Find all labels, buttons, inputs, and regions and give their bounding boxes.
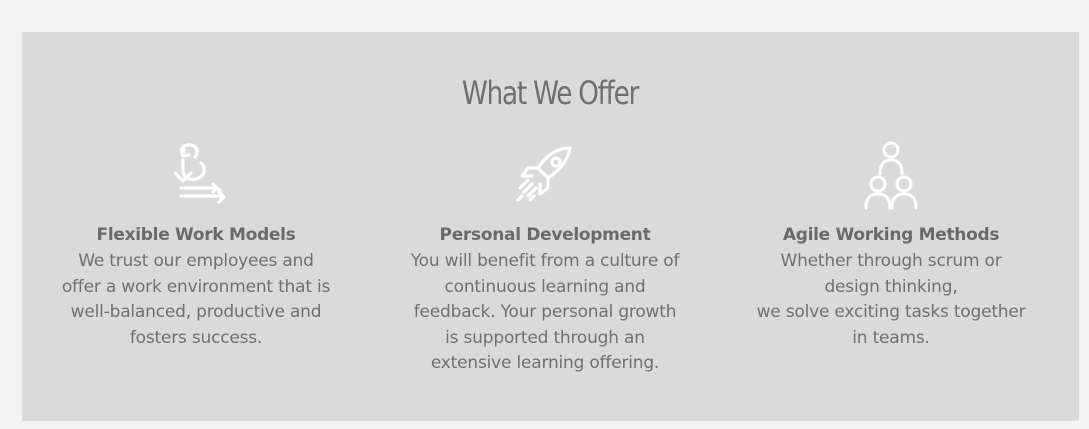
rocket-icon bbox=[510, 140, 580, 212]
feature-title: Personal Development bbox=[439, 225, 651, 245]
feature-agile-working-methods: Agile Working Methods Whether through sc… bbox=[741, 140, 1041, 351]
feature-flexible-work-models: Flexible Work Models We trust our employ… bbox=[46, 140, 346, 351]
team-icon bbox=[856, 140, 926, 212]
section-title: What We Offer bbox=[461, 74, 639, 112]
feature-title: Flexible Work Models bbox=[96, 225, 296, 245]
feature-personal-development: Personal Development You will benefit fr… bbox=[395, 140, 695, 377]
cycle-arrows-icon bbox=[161, 140, 231, 212]
feature-title: Agile Working Methods bbox=[782, 225, 1000, 245]
feature-description: You will benefit from a culture of conti… bbox=[410, 251, 680, 373]
feature-description: We trust our employees and offer a work … bbox=[61, 251, 331, 348]
feature-description: Whether through scrum or design thinking… bbox=[756, 251, 1026, 348]
